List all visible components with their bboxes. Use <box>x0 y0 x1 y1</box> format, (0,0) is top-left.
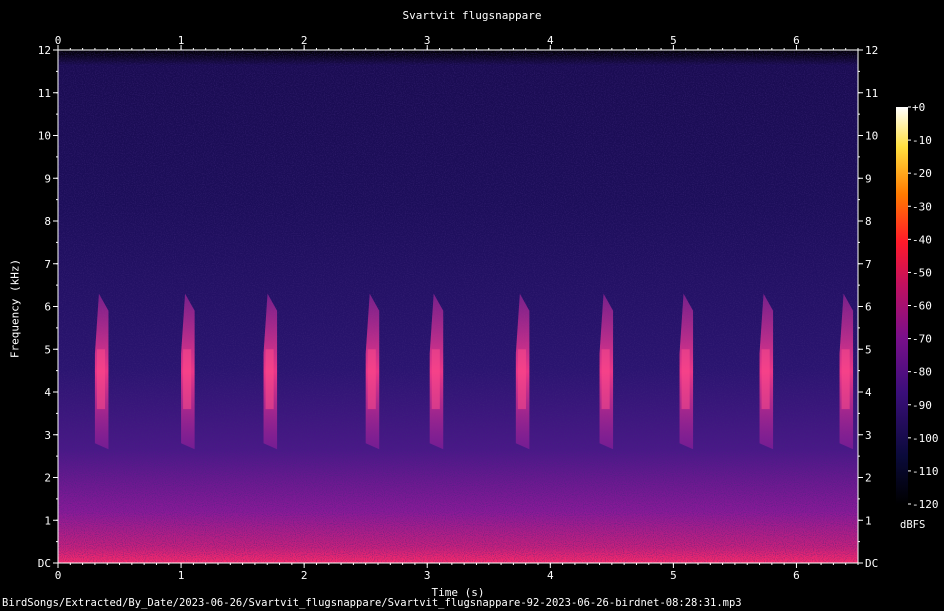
x-tick-label-top: 3 <box>424 34 431 47</box>
x-tick-label-bottom: 2 <box>301 569 308 582</box>
song-call-core <box>841 349 850 410</box>
x-tick-label-bottom: 3 <box>424 569 431 582</box>
x-tick-label-bottom: 5 <box>670 569 677 582</box>
colorbar-tick-label: -30 <box>912 200 932 213</box>
colorbar: +0 -10 -20 -30 -40 -50 -60 -70 -80 -90 -100 -110 -12… <box>896 101 939 511</box>
y-tick-label-left: 2 <box>44 472 51 485</box>
colorbar-tick-label: -50 <box>912 266 932 279</box>
x-tick-label-top: 4 <box>547 34 554 47</box>
song-call-core <box>681 349 690 410</box>
y-tick-label-right: 5 <box>865 343 872 356</box>
song-call-core <box>367 349 376 410</box>
song-call-core <box>265 349 274 410</box>
y-tick-label-right: 7 <box>865 258 872 271</box>
y-tick-label-right: DC <box>865 557 878 570</box>
colorbar-tick-label: -20 <box>912 167 932 180</box>
colorbar-tick-label: -100 <box>912 432 939 445</box>
y-tick-label-left: DC <box>38 557 51 570</box>
colorbar-tick-label: -90 <box>912 399 932 412</box>
y-tick-label-left: 7 <box>44 258 51 271</box>
colorbar-tick-label: +0 <box>912 101 925 114</box>
x-tick-label-bottom: 4 <box>547 569 554 582</box>
spectrogram-plot-area <box>58 50 858 563</box>
colorbar-gradient <box>896 107 908 504</box>
colorbar-tick-label: -120 <box>912 498 939 511</box>
y-tick-label-left: 5 <box>44 343 51 356</box>
y-tick-label-left: 10 <box>38 130 51 143</box>
song-call-core <box>183 349 192 410</box>
y-tick-label-left: 6 <box>44 301 51 314</box>
colorbar-tick-label: -10 <box>912 134 932 147</box>
x-tick-label-bottom: 1 <box>178 569 185 582</box>
y-tick-label-right: 8 <box>865 215 872 228</box>
y-tick-label-right: 2 <box>865 472 872 485</box>
y-tick-label-right: 3 <box>865 429 872 442</box>
spectrogram-figure: Svartvit flugsnappare Frequency (kHz) Ti… <box>0 0 944 611</box>
y-tick-label-left: 11 <box>38 87 51 100</box>
y-tick-label-right: 1 <box>865 514 872 527</box>
song-call-core <box>601 349 610 410</box>
y-tick-label-right: 9 <box>865 172 872 185</box>
y-tick-label-left: 4 <box>44 386 51 399</box>
x-tick-label-top: 6 <box>793 34 800 47</box>
x-tick-label-top: 5 <box>670 34 677 47</box>
colorbar-tick-label: -80 <box>912 366 932 379</box>
song-call-core <box>431 349 440 410</box>
colorbar-tick-label: -40 <box>912 233 932 246</box>
x-tick-label-top: 2 <box>301 34 308 47</box>
y-tick-label-left: 8 <box>44 215 51 228</box>
y-tick-label-left: 1 <box>44 514 51 527</box>
file-path-footer: BirdSongs/Extracted/By_Date/2023-06-26/S… <box>2 597 742 609</box>
y-tick-label-right: 11 <box>865 87 878 100</box>
y-tick-label-right: 10 <box>865 130 878 143</box>
colorbar-tick-label: -70 <box>912 333 932 346</box>
colorbar-tick-label: -110 <box>912 465 939 478</box>
song-call-core <box>761 349 770 410</box>
spectrogram-svg: 00112233445566DC DC1 12 23 34 45 56 67 78 89 910 10… <box>38 34 939 582</box>
colorbar-tick-label: -60 <box>912 300 932 313</box>
x-tick-label-top: 0 <box>55 34 62 47</box>
x-tick-label-bottom: 6 <box>793 569 800 582</box>
spectrogram-noise <box>58 50 858 563</box>
x-tick-label-top: 1 <box>178 34 185 47</box>
y-tick-label-right: 6 <box>865 301 872 314</box>
song-call-core <box>517 349 526 410</box>
y-tick-label-left: 3 <box>44 429 51 442</box>
y-tick-label-right: 4 <box>865 386 872 399</box>
y-tick-label-left: 9 <box>44 172 51 185</box>
y-tick-label-right: 12 <box>865 44 878 57</box>
song-call-core <box>96 349 106 410</box>
y-tick-label-left: 12 <box>38 44 51 57</box>
x-tick-label-bottom: 0 <box>55 569 62 582</box>
